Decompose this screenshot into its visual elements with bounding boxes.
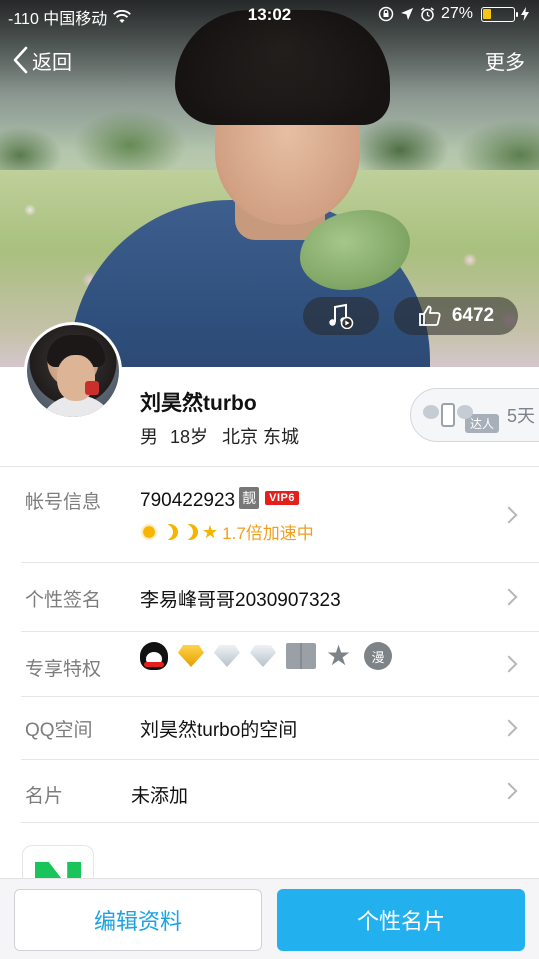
avatar[interactable] [24,322,122,420]
like-count: 6472 [451,305,495,326]
silver-diamond-icon [214,645,240,667]
battery-icon [481,6,518,22]
silver-diamond-lv-icon [250,645,276,667]
row-label: QQ空间 [25,720,93,741]
comic-chat-icon: 漫 [364,642,392,670]
row-label: 帐号信息 [25,492,102,513]
row-label: 个性签名 [25,590,102,611]
qzone-value: 刘昊然turbo的空间 [140,720,298,741]
chevron-right-icon [500,782,518,800]
moon-icon [182,524,198,540]
qq-penguin-icon [140,642,168,670]
location-arrow-icon [400,8,413,20]
star-badge-icon: ★ [326,640,352,671]
location: 北京 东城 [222,427,300,447]
chevron-right-icon [500,655,518,673]
thumbs-up-icon [418,305,441,326]
star-icon: ★ [202,521,219,542]
qq-number-line: 790422923 靓 VIP6 [140,487,299,512]
speed-text: 1.7倍加速中 [222,524,314,543]
comic-chat-label: 漫 [371,649,385,665]
book-icon [286,643,316,669]
divider [21,822,539,823]
music-note-icon [329,303,354,329]
age: 18岁 [170,427,209,447]
privilege-icons: ★ 漫 [140,642,392,670]
card-value: 未添加 [131,786,189,807]
daren-days: 5天 [507,406,536,426]
wing-left [423,405,439,419]
gold-diamond-icon [178,645,204,667]
chevron-right-icon [500,506,518,524]
nickname: 刘昊然turbo [140,392,257,415]
more-label: 更多 [485,51,525,74]
rotation-lock-icon [378,6,394,22]
row-card[interactable]: 名片 未添加 [0,760,539,822]
battery-level-fill [483,8,491,19]
vip-badge: VIP6 [265,491,299,505]
chevron-right-icon [500,719,518,737]
status-right: 27% [378,5,529,23]
back-label: 返回 [32,51,72,74]
status-bar: -110 中国移动 13:02 27% [0,0,539,30]
charging-bolt-icon [521,7,529,21]
chevron-left-icon [13,46,28,74]
avatar-cup [85,381,99,395]
signature-value: 李易峰哥哥2030907323 [140,590,341,611]
row-label: 名片 [25,786,64,807]
row-account-info[interactable]: 帐号信息 790422923 靓 VIP6 [0,467,539,562]
profile-meta: 男 18岁 北京 东城 [140,423,299,449]
back-button[interactable]: 返回 [12,42,72,78]
music-button[interactable] [303,297,379,335]
qq-number: 790422923 [140,490,236,511]
row-label: 专享特权 [25,659,102,680]
edit-profile-button[interactable]: 编辑资料 [14,889,262,951]
phone-shape [441,403,455,427]
bottom-action-bar: 编辑资料 个性名片 [0,878,539,959]
sun-icon [140,522,158,541]
winged-phone-icon [421,401,475,429]
like-button[interactable]: 6472 [394,297,518,335]
liang-badge: 靓 [239,487,260,509]
alarm-icon [421,6,434,21]
qq-level-line: ★ 1.7倍加速中 [140,519,314,544]
chevron-right-icon [500,588,518,606]
more-button[interactable]: 更多 [485,42,525,78]
row-qzone[interactable]: QQ空间 刘昊然turbo的空间 [0,697,539,759]
daren-badge-button[interactable]: 达人 5天 [410,388,539,442]
moon-icon [162,524,178,540]
battery-percent: 27% [440,5,473,22]
row-signature[interactable]: 个性签名 李易峰哥哥2030907323 [0,563,539,631]
personal-card-button[interactable]: 个性名片 [277,889,525,951]
gender: 男 [140,427,158,447]
wing-right [457,405,473,419]
